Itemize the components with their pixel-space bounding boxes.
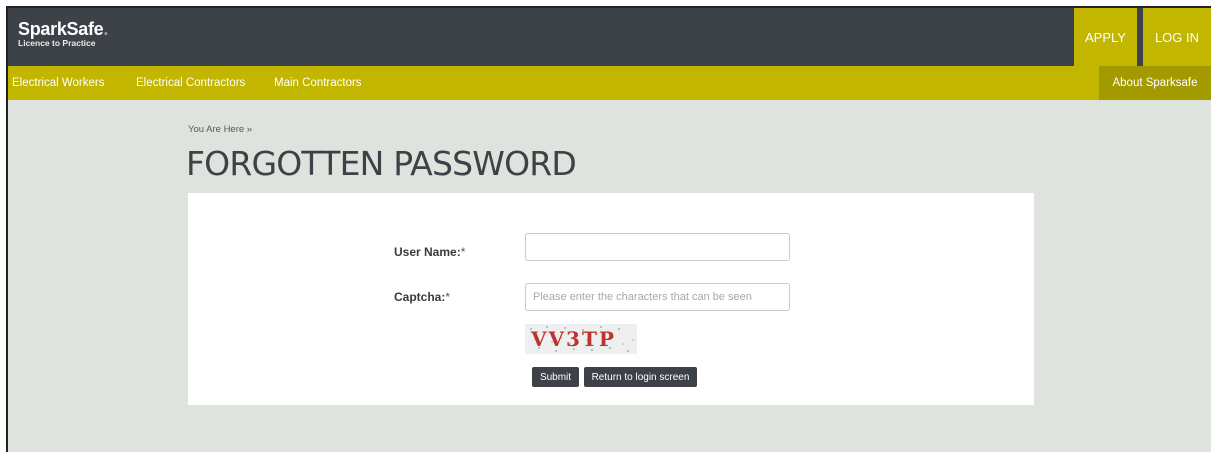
- sparksafe-logo[interactable]: SparkSafe. Licence to Practice: [18, 20, 108, 49]
- top-header: SparkSafe. Licence to Practice APPLY LOG…: [8, 8, 1211, 66]
- logo-tagline: Licence to Practice: [18, 38, 96, 48]
- nav-main-contractors[interactable]: Main Contractors: [274, 66, 362, 100]
- main-nav: Electrical Workers Electrical Contractor…: [8, 66, 1211, 100]
- nav-about-sparksafe[interactable]: About Sparksafe: [1099, 66, 1211, 100]
- nav-electrical-contractors[interactable]: Electrical Contractors: [136, 66, 245, 100]
- user-name-input[interactable]: [525, 233, 790, 261]
- breadcrumb: You Are Here »: [188, 124, 253, 135]
- captcha-image: VV3TP: [525, 324, 637, 354]
- page-frame: SparkSafe. Licence to Practice APPLY LOG…: [6, 6, 1211, 452]
- captcha-label: Captcha:*: [394, 290, 451, 304]
- captcha-input[interactable]: [525, 283, 790, 311]
- page-title: FORGOTTEN PASSWORD: [186, 144, 577, 183]
- user-name-label: User Name:*: [394, 245, 466, 259]
- nav-electrical-workers[interactable]: Electrical Workers: [12, 66, 104, 100]
- submit-button[interactable]: Submit: [532, 367, 579, 387]
- apply-button[interactable]: APPLY: [1074, 8, 1137, 66]
- forgotten-password-form: User Name:* Captcha:* VV3TP Submit Retu: [188, 193, 1034, 405]
- logo-name: SparkSafe.: [18, 19, 109, 39]
- login-button[interactable]: LOG IN: [1143, 8, 1211, 66]
- return-to-login-button[interactable]: Return to login screen: [584, 367, 697, 387]
- captcha-text: VV3TP: [530, 327, 616, 351]
